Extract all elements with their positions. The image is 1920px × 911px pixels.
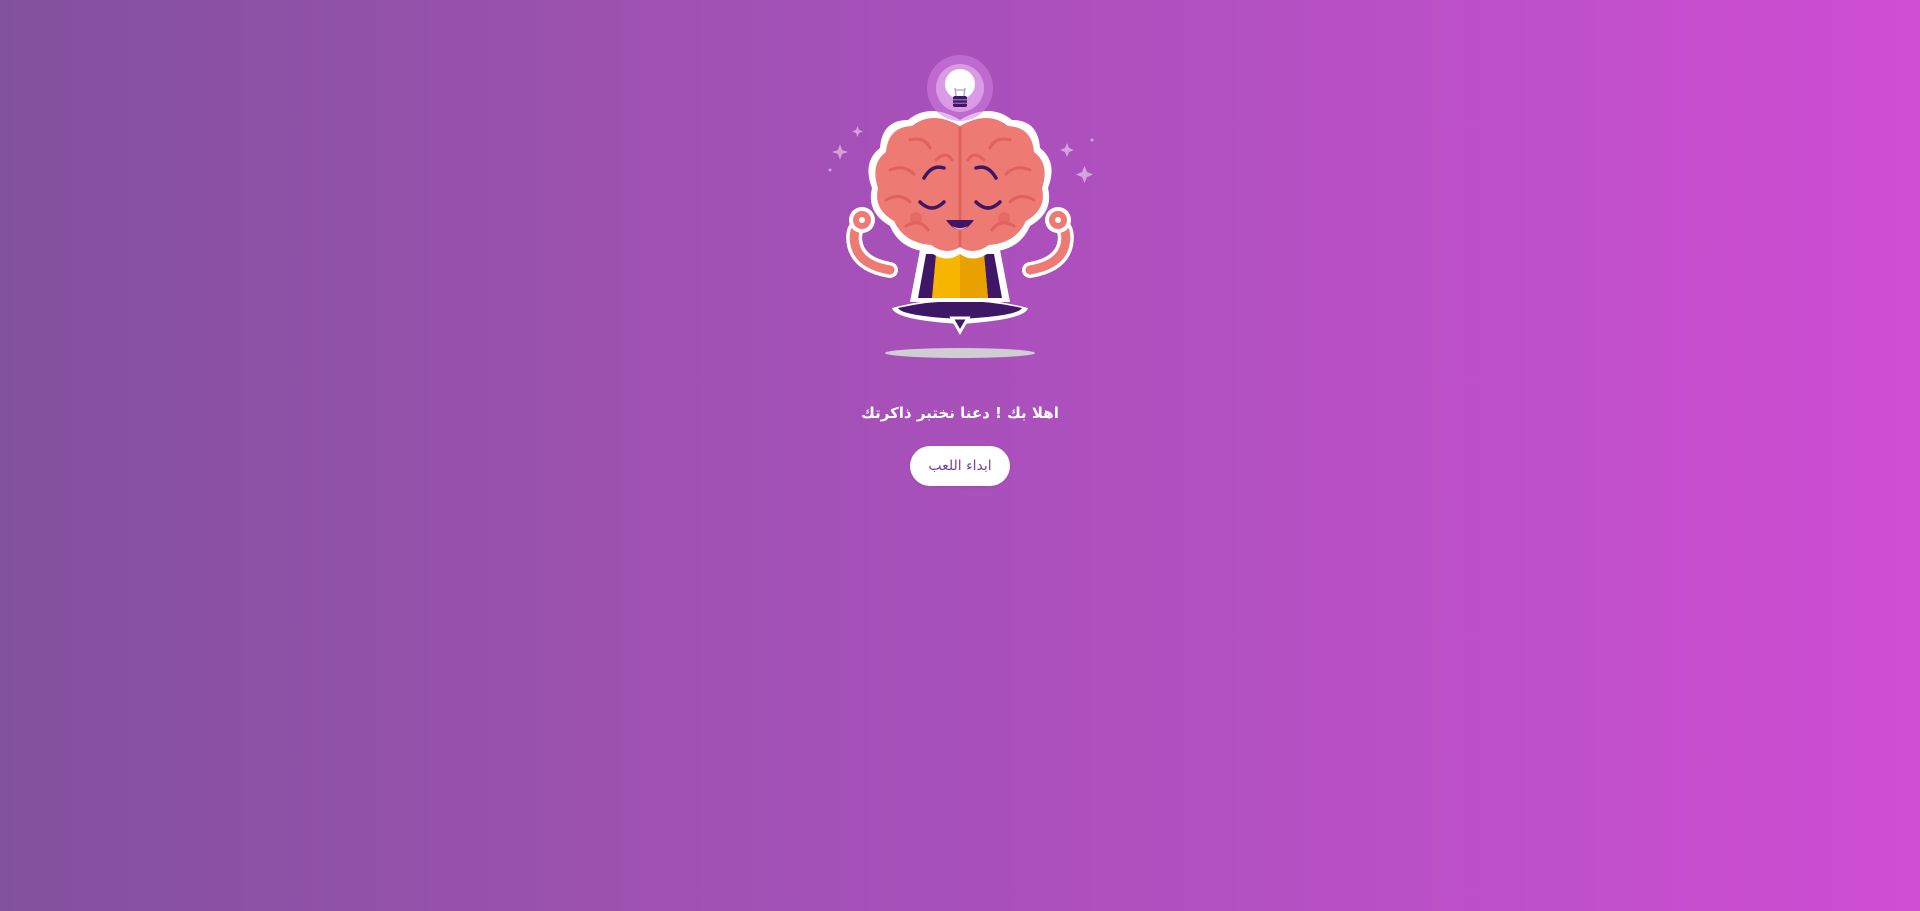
lightbulb-icon — [927, 55, 993, 121]
welcome-heading: اهلا بك ! دعنا نختبر ذاكرتك — [861, 404, 1059, 422]
welcome-screen: اهلا بك ! دعنا نختبر ذاكرتك ابداء اللعب — [0, 0, 1920, 911]
meditating-brain-icon — [820, 40, 1100, 370]
start-game-button[interactable]: ابداء اللعب — [910, 446, 1010, 486]
